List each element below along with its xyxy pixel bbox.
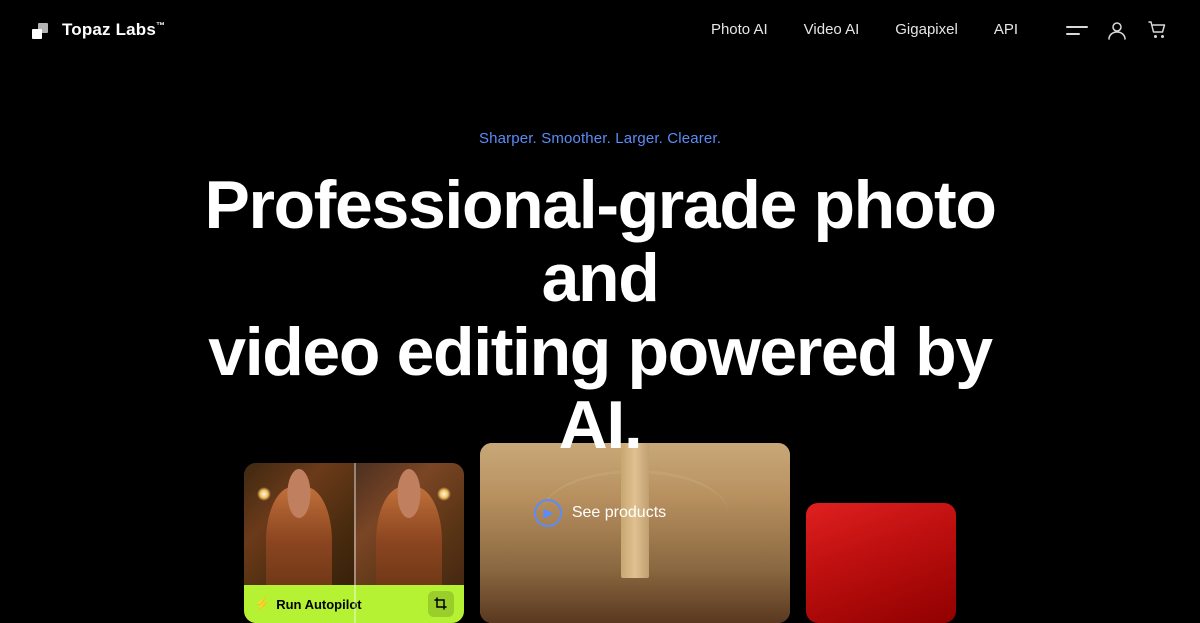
cta-circle-icon: ▶ bbox=[534, 499, 562, 527]
cta-label: See products bbox=[572, 504, 666, 522]
crop-button[interactable] bbox=[428, 591, 454, 617]
cta-arrow-icon: ▶ bbox=[543, 505, 553, 521]
hero-tagline: Sharper. Smoother. Larger. Clearer. bbox=[479, 130, 721, 147]
nav-gigapixel[interactable]: Gigapixel bbox=[895, 21, 958, 38]
account-icon bbox=[1106, 19, 1128, 41]
account-button[interactable] bbox=[1106, 19, 1128, 41]
nav-actions bbox=[1066, 19, 1168, 41]
topaz-logo-icon bbox=[32, 19, 54, 41]
main-nav: Topaz Labs™ Photo AI Video AI Gigapixel … bbox=[0, 0, 1200, 60]
crop-icon bbox=[434, 597, 448, 611]
nav-photo-ai[interactable]: Photo AI bbox=[711, 21, 768, 38]
hamburger-icon bbox=[1066, 26, 1088, 35]
logo-text: Topaz Labs™ bbox=[62, 20, 165, 40]
hero-section: Sharper. Smoother. Larger. Clearer. Prof… bbox=[0, 60, 1200, 527]
nav-links: Photo AI Video AI Gigapixel API bbox=[711, 21, 1018, 39]
nav-api[interactable]: API bbox=[994, 21, 1018, 38]
nav-video-ai[interactable]: Video AI bbox=[804, 21, 860, 38]
cart-icon bbox=[1146, 19, 1168, 41]
autopilot-label: Run Autopilot bbox=[276, 597, 361, 612]
hero-title: Professional-grade photo and video editi… bbox=[190, 169, 1010, 463]
autopilot-label-group: ⚡ Run Autopilot bbox=[254, 596, 362, 612]
menu-button[interactable] bbox=[1066, 26, 1088, 35]
logo[interactable]: Topaz Labs™ bbox=[32, 19, 165, 41]
cart-button[interactable] bbox=[1146, 19, 1168, 41]
see-products-cta[interactable]: ▶ See products bbox=[534, 499, 666, 527]
bolt-icon: ⚡ bbox=[254, 596, 270, 612]
